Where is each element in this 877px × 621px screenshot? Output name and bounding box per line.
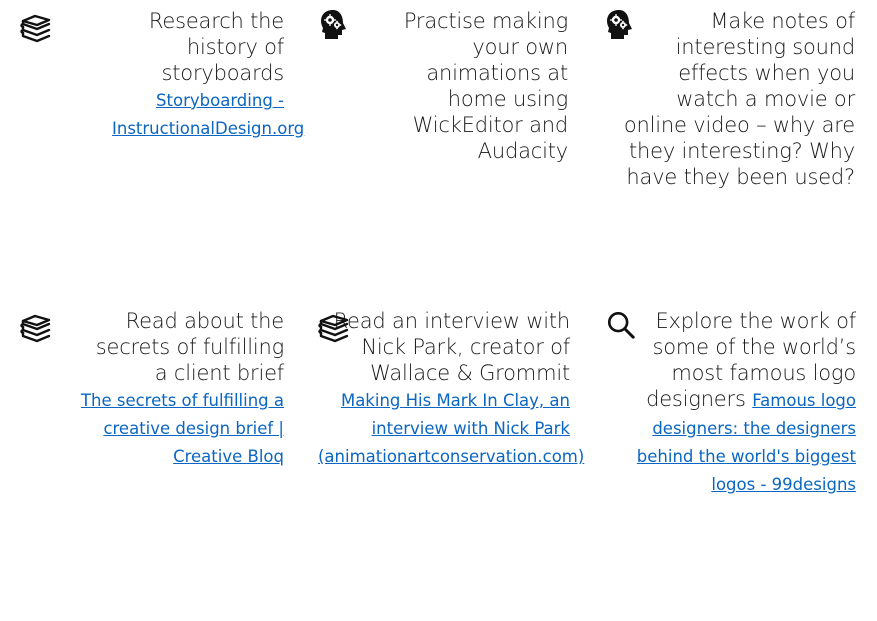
- books-icon: [318, 312, 350, 344]
- books-icon: [20, 312, 52, 344]
- card-text: Make notes of interesting sound effects …: [623, 9, 855, 189]
- card-research-storyboards: Research the history of storyboards Stor…: [20, 8, 304, 142]
- card-link[interactable]: Storyboarding - InstructionalDesign.org: [112, 91, 304, 138]
- card-text: Practise making your own animations at h…: [403, 9, 568, 163]
- search-icon: [606, 310, 638, 342]
- books-icon: [20, 12, 52, 44]
- card-text: Research the history of storyboards: [148, 9, 284, 85]
- card-famous-logo-designers: Explore the work of some of the world’s …: [604, 308, 856, 498]
- card-sound-effects: Make notes of interesting sound effects …: [604, 8, 855, 190]
- card-link[interactable]: Making His Mark In Clay, an interview wi…: [318, 391, 584, 466]
- card-text: Read an interview with Nick Park, creato…: [333, 309, 571, 385]
- card-text: Read about the secrets of fulfilling a c…: [95, 309, 284, 385]
- card-nick-park-interview: Read an interview with Nick Park, creato…: [318, 308, 584, 470]
- head-gears-icon: [318, 9, 350, 41]
- card-link[interactable]: The secrets of fulfilling a creative des…: [81, 391, 284, 466]
- card-practise-animations: Practise making your own animations at h…: [318, 8, 568, 164]
- head-gears-icon: [604, 9, 636, 41]
- card-client-brief: Read about the secrets of fulfilling a c…: [20, 308, 284, 470]
